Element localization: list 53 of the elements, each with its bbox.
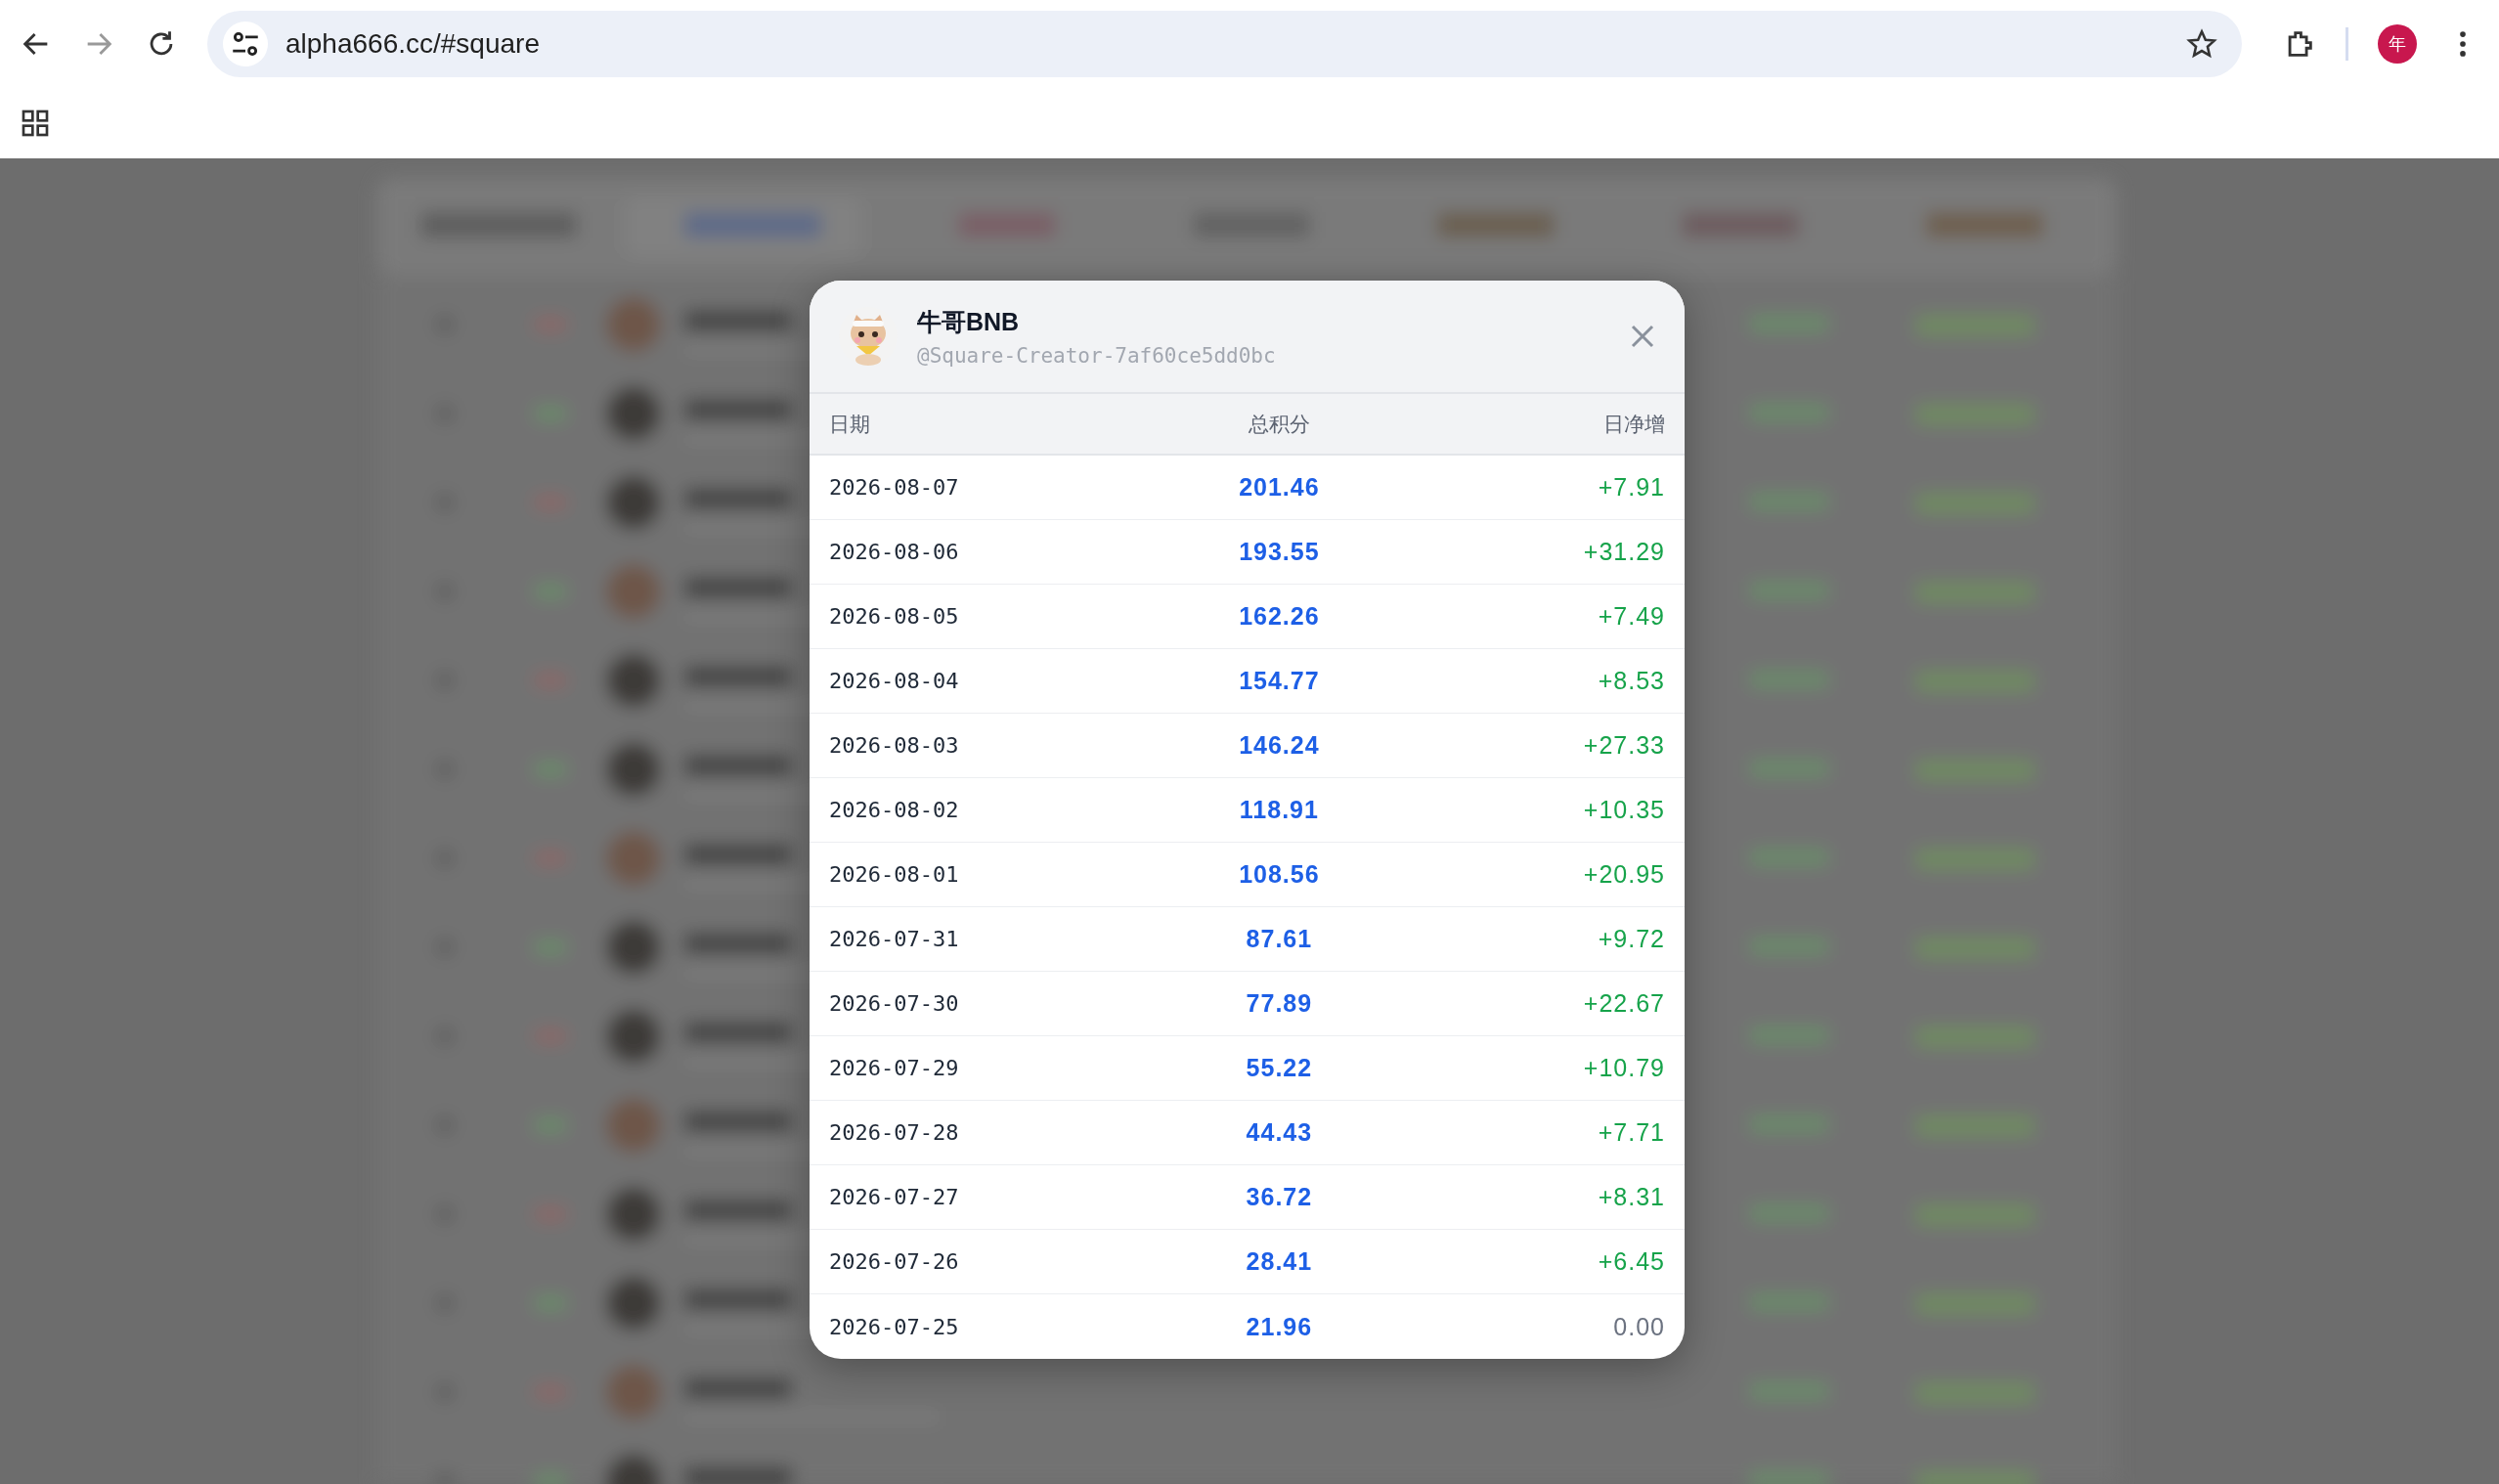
daily-gain-cell-text: +10.79 [1582, 1054, 1665, 1082]
daily-gain-cell-text: +8.31 [1597, 1183, 1665, 1211]
total-score-cell-text: 28.41 [1245, 1247, 1314, 1276]
date-cell-text: 2026-07-25 [829, 1314, 960, 1339]
total-score-cell-text: 108.56 [1238, 860, 1321, 889]
daily-gain-cell-text: +9.72 [1597, 925, 1665, 953]
total-score-cell-text: 77.89 [1245, 989, 1314, 1018]
daily-gain-cell-text: +7.71 [1597, 1118, 1665, 1147]
date-cell-text: 2026-08-04 [829, 669, 960, 693]
daily-gain-cell-text: 0.00 [1612, 1312, 1665, 1341]
date-cell-text: 2026-08-07 [829, 475, 960, 500]
daily-gain-cell-text: +31.29 [1582, 538, 1665, 566]
date-cell-text: 2026-07-27 [829, 1185, 960, 1209]
date-cell-text: 2026-08-06 [829, 540, 960, 564]
daily-gain-cell-text: +7.49 [1597, 602, 1665, 631]
daily-gain-cell-text: +10.35 [1582, 796, 1665, 824]
total-score-cell-text: 55.22 [1245, 1054, 1314, 1082]
date-cell-text: 2026-08-01 [829, 862, 960, 887]
url-text: alpha666.cc/#square [285, 28, 541, 60]
daily-gain-cell-text: +20.95 [1582, 860, 1665, 889]
profile-avatar[interactable]: 年 [2378, 24, 2417, 64]
date-cell-text: 2026-07-28 [829, 1120, 960, 1145]
date-cell-text: 2026-07-31 [829, 927, 960, 951]
date-cell-text: 2026-07-29 [829, 1056, 960, 1080]
column-header: 总积分 [1247, 411, 1311, 437]
user-name: 牛哥BNB [917, 306, 1021, 337]
total-score-cell-text: 146.24 [1238, 731, 1321, 760]
apps-grid-icon[interactable] [20, 108, 51, 139]
total-score-cell-text: 87.61 [1245, 925, 1314, 953]
total-score-cell-text: 193.55 [1238, 538, 1321, 566]
site-settings-icon[interactable] [223, 22, 268, 66]
total-score-cell-text: 118.91 [1238, 796, 1320, 824]
total-score-cell-text: 154.77 [1238, 667, 1321, 695]
user-handle: @Square-Creator-7af60ce5dd0bc [917, 343, 1277, 368]
date-cell-text: 2026-08-03 [829, 733, 960, 758]
date-cell-text: 2026-07-26 [829, 1249, 960, 1274]
total-score-cell-text: 21.96 [1245, 1312, 1314, 1341]
daily-gain-cell-text: +6.45 [1597, 1247, 1665, 1276]
total-score-cell-text: 162.26 [1238, 602, 1321, 631]
date-cell-text: 2026-08-05 [829, 604, 960, 629]
total-score-cell-text: 201.46 [1238, 473, 1321, 502]
date-cell-text: 2026-08-02 [829, 798, 960, 822]
column-header: 日净增 [1602, 411, 1665, 437]
total-score-cell-text: 36.72 [1245, 1183, 1314, 1211]
daily-gain-cell-text: +27.33 [1582, 731, 1665, 760]
bookmark-star-icon[interactable] [2185, 27, 2218, 61]
daily-gain-cell-text: +7.91 [1597, 473, 1665, 502]
address-bar[interactable]: alpha666.cc/#square [207, 11, 2242, 77]
column-header: 日期 [829, 411, 871, 437]
date-cell-text: 2026-07-30 [829, 991, 960, 1016]
daily-gain-cell-text: +22.67 [1582, 989, 1665, 1018]
total-score-cell-text: 44.43 [1245, 1118, 1314, 1147]
daily-gain-cell-text: +8.53 [1597, 667, 1665, 695]
